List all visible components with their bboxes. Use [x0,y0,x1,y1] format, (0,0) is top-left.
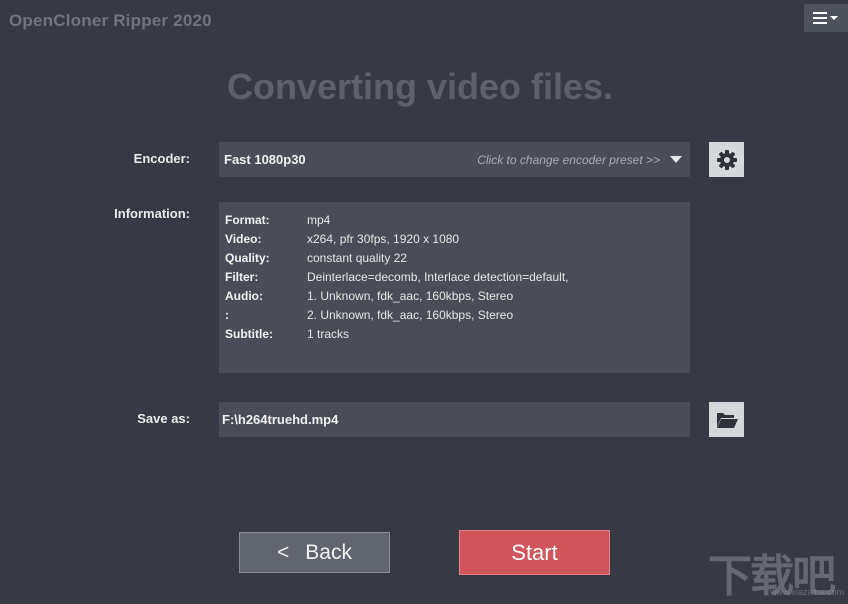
encoder-settings-button[interactable] [709,142,744,177]
watermark-url: www.xiazaiba.com [770,587,845,597]
main-menu-button[interactable] [804,4,848,32]
info-row-video: Video: x264, pfr 30fps, 1920 x 1080 [225,229,690,248]
info-key: Format: [225,212,270,227]
browse-folder-button[interactable] [709,402,744,437]
info-row-format: Format: mp4 [225,210,690,229]
info-value: 1. Unknown, fdk_aac, 160kbps, Stereo [307,288,514,303]
info-value: x264, pfr 30fps, 1920 x 1080 [307,231,460,246]
information-label: Information: [114,206,190,221]
info-key: : [225,307,229,322]
chevron-left-icon: < [277,540,290,564]
start-button[interactable]: Start [459,530,610,575]
encoder-preset-value: Fast 1080p30 [224,152,306,167]
info-key: Video: [225,231,262,246]
info-row-audio-2: : 2. Unknown, fdk_aac, 160kbps, Stereo [225,305,690,324]
encoder-preset-hint: Click to change encoder preset >> [477,152,660,167]
caret-down-icon [670,156,682,163]
gear-icon [716,149,737,170]
info-key: Audio: [225,288,263,303]
app-title: OpenCloner Ripper 2020 [9,11,212,30]
encoder-label: Encoder: [133,151,190,166]
save-as-path-field[interactable]: F:\h264truehd.mp4 [219,402,690,437]
encoder-preset-dropdown[interactable]: Fast 1080p30 Click to change encoder pre… [219,142,690,177]
hamburger-menu-icon [813,12,838,24]
start-button-label: Start [511,539,558,565]
info-key: Filter: [225,269,259,284]
save-as-label: Save as: [137,411,190,426]
folder-open-icon [716,412,738,428]
info-row-filter: Filter: Deinterlace=decomb, Interlace de… [225,267,690,286]
back-button-label: Back [305,540,352,564]
info-row-quality: Quality: constant quality 22 [225,248,690,267]
info-value: 1 tracks [307,326,350,341]
info-value: 2. Unknown, fdk_aac, 160kbps, Stereo [307,307,514,322]
info-value: mp4 [307,212,331,227]
page-heading: Converting video files. [226,66,614,107]
info-value: constant quality 22 [307,250,408,265]
information-panel: Format: mp4 Video: x264, pfr 30fps, 1920… [219,202,690,373]
back-button[interactable]: < Back [239,532,390,573]
info-key: Quality: [225,250,270,265]
info-row-subtitle: Subtitle: 1 tracks [225,324,690,343]
info-key: Subtitle: [225,326,273,341]
info-value: Deinterlace=decomb, Interlace detection=… [307,269,569,284]
info-row-audio-1: Audio: 1. Unknown, fdk_aac, 160kbps, Ste… [225,286,690,305]
